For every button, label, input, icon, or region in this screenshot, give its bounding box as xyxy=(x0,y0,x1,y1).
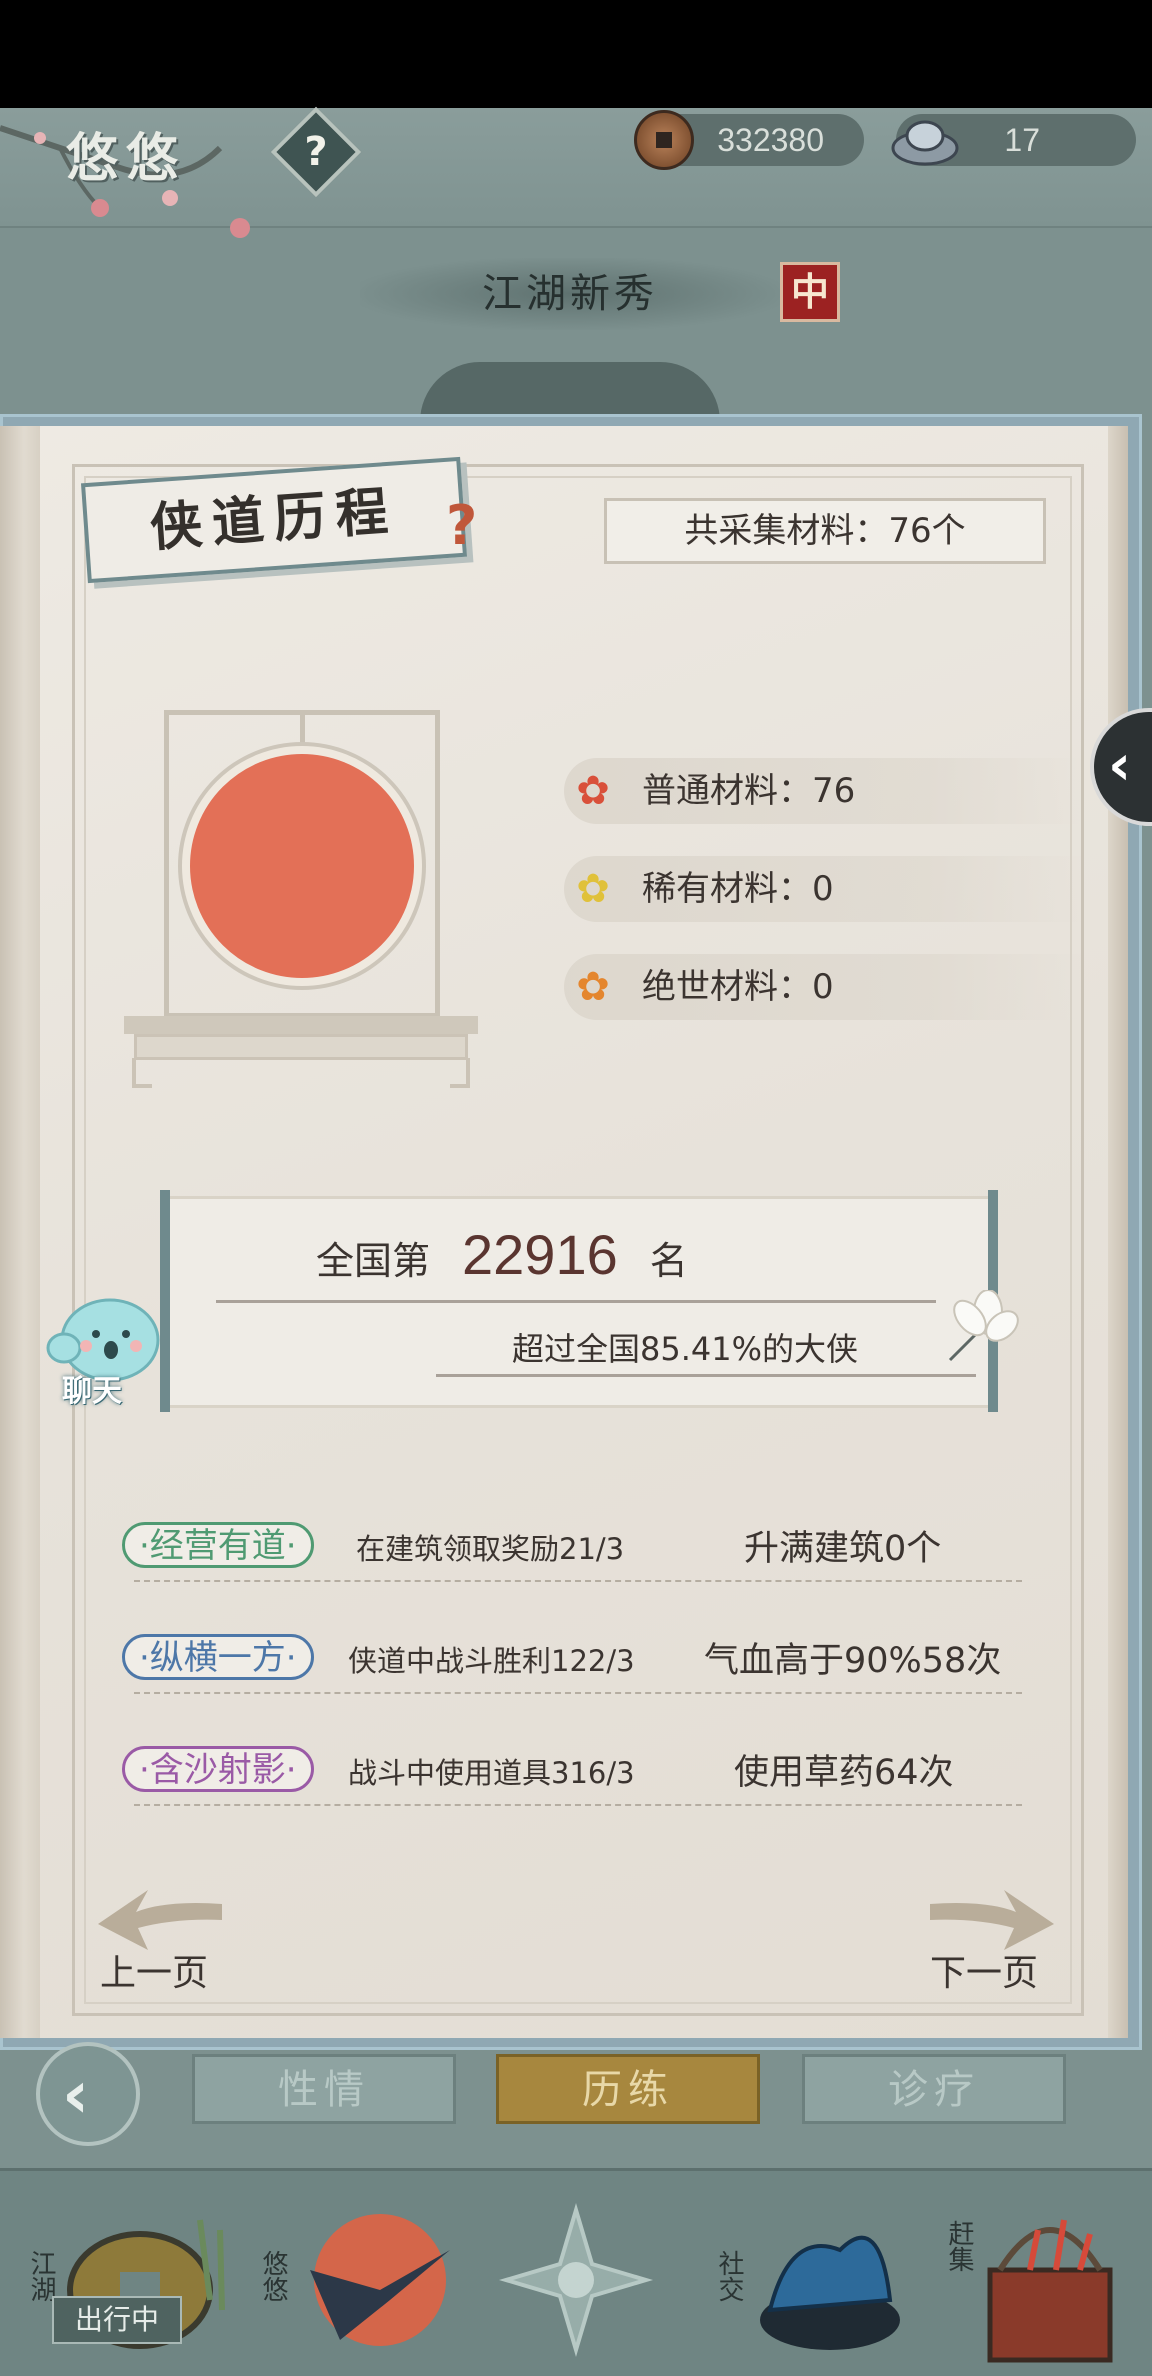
achievement-tag: ·纵横一方· xyxy=(122,1634,314,1680)
legendary-materials-label: 绝世材料：0 xyxy=(642,967,834,1007)
section-help-icon[interactable]: ? xyxy=(446,494,477,557)
silver-ingot-counter[interactable]: 17 xyxy=(891,114,1136,166)
ink-stroke-divider xyxy=(216,1300,936,1303)
rank-title: 江湖新秀 xyxy=(482,271,658,317)
rank-suffix: 名 xyxy=(649,1239,688,1283)
gong-stand-leg xyxy=(450,1058,470,1088)
rare-materials-row: ✿ 稀有材料：0 xyxy=(564,856,1084,922)
book-spine xyxy=(0,426,40,2038)
prev-page-button[interactable]: 上一页 xyxy=(100,1944,208,1996)
player-name[interactable]: 悠悠 xyxy=(66,116,186,191)
yellow-flower-icon: ✿ xyxy=(576,866,610,912)
swallow-moon-icon[interactable] xyxy=(280,2190,480,2370)
dashed-divider xyxy=(134,1692,1022,1694)
rank-percentile: 超过全国85.41%的大侠 xyxy=(512,1330,859,1368)
rank-prefix: 全国第 xyxy=(316,1239,431,1283)
rare-materials-label: 稀有材料：0 xyxy=(642,869,834,909)
tab-personality[interactable]: 性情 xyxy=(192,2054,456,2124)
dial-decoration xyxy=(420,362,720,422)
next-page-button[interactable]: 下一页 xyxy=(930,1944,1038,1996)
achievement-desc: 在建筑领取奖励21/3 xyxy=(356,1532,625,1566)
achievement-tag: ·经营有道· xyxy=(122,1522,314,1568)
silver-ingot-icon xyxy=(891,120,959,166)
magnolia-flower-icon xyxy=(948,1290,1019,1362)
achievement-row: ·纵横一方· 侠道中战斗胜利122/3 气血高于90%58次 xyxy=(122,1626,1022,1698)
achievement-row: ·经营有道· 在建筑领取奖励21/3 升满建筑0个 xyxy=(122,1514,1022,1586)
achievement-desc: 战斗中使用道具316/3 xyxy=(348,1756,635,1790)
rank-number: 22916 xyxy=(462,1223,618,1286)
tab-training[interactable]: 历练 xyxy=(496,2054,760,2124)
gong-stand-table xyxy=(134,1034,468,1060)
compass-star-icon[interactable] xyxy=(476,2190,676,2370)
rank-grade-badge: 中 xyxy=(780,262,840,322)
copper-coin-value: 332380 xyxy=(717,122,824,158)
copper-coin-counter[interactable]: 332380 xyxy=(634,110,864,170)
chat-label[interactable]: 聊天 xyxy=(62,1366,122,1410)
social-wave-icon[interactable] xyxy=(730,2190,930,2370)
legendary-materials-row: ✿ 绝世材料：0 xyxy=(564,954,1084,1020)
common-materials-label: 普通材料：76 xyxy=(642,771,856,811)
total-materials-box: 共采集材料：76个 xyxy=(604,498,1046,564)
silver-ingot-value: 17 xyxy=(1004,122,1040,158)
dashed-divider xyxy=(134,1804,1022,1806)
back-arrow-icon: ‹ xyxy=(62,2056,90,2133)
orange-flower-icon: ✿ xyxy=(576,964,610,1010)
achievement-desc: 侠道中战斗胜利122/3 xyxy=(348,1644,635,1678)
achievement-goal: 气血高于90%58次 xyxy=(704,1641,1002,1681)
back-button[interactable]: ‹ xyxy=(36,2042,140,2146)
dashed-divider xyxy=(134,1580,1022,1582)
book-page-edge xyxy=(1108,426,1128,2038)
traveling-status-badge: 出行中 xyxy=(52,2296,182,2344)
copper-coin-icon xyxy=(634,110,694,170)
market-basket-icon[interactable] xyxy=(960,2190,1152,2370)
common-materials-row: ✿ 普通材料：76 xyxy=(564,758,1084,824)
tab-treatment[interactable]: 诊疗 xyxy=(802,2054,1066,2124)
gong-stand-leg xyxy=(132,1058,152,1088)
red-flower-icon: ✿ xyxy=(576,768,610,814)
achievement-tag: ·含沙射影· xyxy=(122,1746,314,1792)
ink-stroke-divider xyxy=(436,1374,976,1377)
gong-stand-base xyxy=(124,1016,478,1034)
gong-icon xyxy=(182,746,422,986)
system-status-bar xyxy=(0,0,1152,108)
national-rank: 全国第 22916 名 xyxy=(316,1222,688,1287)
chevron-left-icon: ‹ xyxy=(1108,733,1132,798)
achievement-goal: 升满建筑0个 xyxy=(744,1529,942,1569)
achievement-goal: 使用草药64次 xyxy=(734,1753,954,1793)
achievement-row: ·含沙射影· 战斗中使用道具316/3 使用草药64次 xyxy=(122,1738,1022,1810)
question-icon: ? xyxy=(304,129,328,175)
